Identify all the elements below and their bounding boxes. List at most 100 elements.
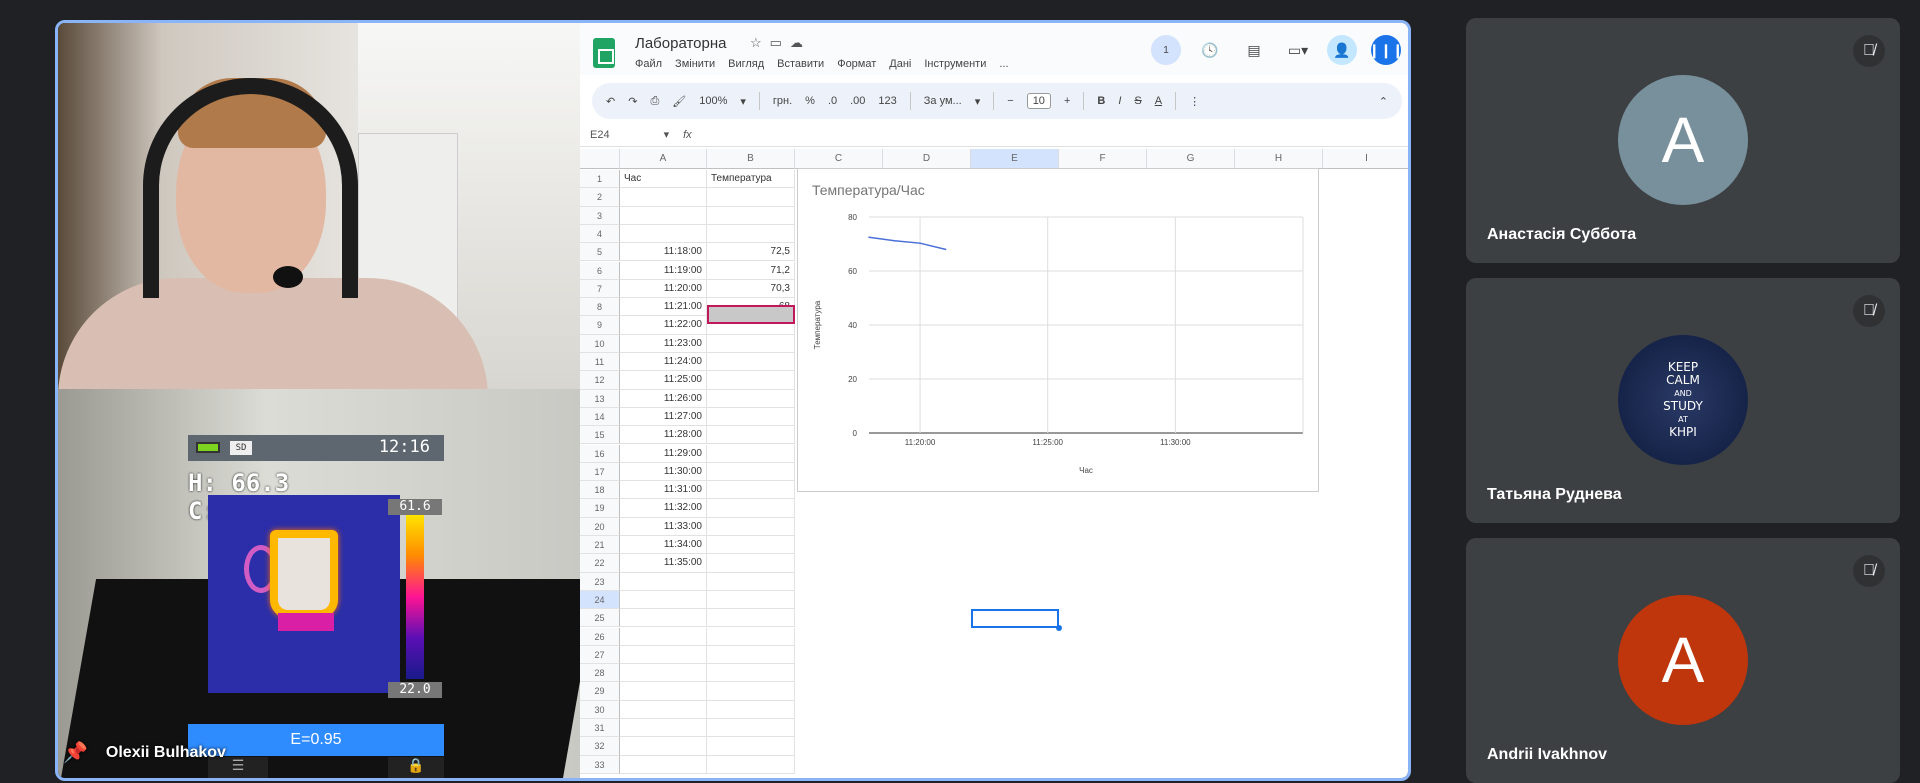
time-cell[interactable]: 11:26:00 [620, 389, 707, 408]
temperature-cell[interactable] [707, 224, 795, 244]
collapse-icon[interactable]: ⌃ [1379, 95, 1388, 108]
temperature-cell[interactable] [707, 462, 795, 482]
time-cell[interactable] [620, 224, 707, 244]
temperature-cell[interactable] [707, 517, 795, 536]
row-header[interactable]: 30 [580, 700, 620, 719]
temperature-cell[interactable] [707, 499, 795, 518]
italic-button[interactable]: I [1118, 95, 1121, 107]
time-cell[interactable]: 11:34:00 [620, 536, 707, 555]
time-cell[interactable]: 11:22:00 [620, 316, 707, 335]
bold-button[interactable]: B [1097, 95, 1105, 107]
row-header[interactable]: 3 [580, 206, 620, 225]
temperature-cell[interactable] [707, 645, 795, 665]
temperature-cell[interactable] [707, 389, 795, 408]
collaborator-count[interactable]: 1 [1151, 35, 1181, 65]
row-header[interactable]: 31 [580, 719, 620, 738]
column-header-c[interactable]: C [795, 149, 883, 169]
temperature-cell[interactable] [707, 536, 795, 555]
strikethrough-button[interactable]: S [1134, 95, 1141, 107]
font-size-increase[interactable]: + [1064, 95, 1070, 107]
chevron-down-icon[interactable]: ▾ [975, 95, 981, 108]
column-header-i[interactable]: I [1323, 149, 1408, 169]
row-header[interactable]: 17 [580, 462, 620, 482]
row-header[interactable]: 33 [580, 755, 620, 774]
temperature-cell[interactable] [707, 719, 795, 738]
doc-title[interactable]: Лабораторна [635, 35, 727, 52]
time-cell[interactable]: 11:18:00 [620, 243, 707, 262]
folder-icon[interactable]: ▭ [770, 35, 790, 50]
select-all-corner[interactable] [580, 149, 620, 169]
temperature-cell[interactable]: 72,5 [707, 243, 795, 262]
time-cell[interactable]: 11:21:00 [620, 298, 707, 317]
time-cell[interactable]: 11:23:00 [620, 334, 707, 353]
meet-icon[interactable]: ▭▾ [1283, 35, 1313, 65]
participant-tile[interactable]: 🎙̸ KEEP CALM AND STUDY AT KHPI Татьяна Р… [1466, 278, 1900, 523]
participant-tile[interactable]: 🎙̸ A Анастасія Суббота [1466, 18, 1900, 263]
temperature-cell[interactable] [707, 700, 795, 719]
font-select[interactable]: За ум... [924, 95, 962, 107]
temperature-cell[interactable] [707, 334, 795, 353]
row-header[interactable]: 8 [580, 298, 620, 317]
participant-tile[interactable]: 🎙̸ A Andrii Ivakhnov [1466, 538, 1900, 783]
menu-edit[interactable]: Змінити [675, 58, 715, 70]
time-cell[interactable] [620, 206, 707, 225]
time-cell[interactable]: 11:28:00 [620, 426, 707, 445]
row-header[interactable]: 19 [580, 499, 620, 518]
temperature-cell[interactable] [707, 609, 795, 628]
row-header[interactable]: 20 [580, 517, 620, 536]
time-cell[interactable] [620, 664, 707, 683]
column-header-g[interactable]: G [1147, 149, 1235, 169]
time-cell[interactable]: 11:27:00 [620, 407, 707, 427]
temperature-cell[interactable] [707, 371, 795, 390]
temperature-cell[interactable] [707, 572, 795, 591]
row-header[interactable]: 24 [580, 590, 620, 610]
time-cell[interactable]: 11:35:00 [620, 554, 707, 573]
line-chart[interactable]: Температура/Час 0 20 40 60 80 11:20:00 11:25:00… [797, 168, 1319, 492]
row-header[interactable]: 11 [580, 353, 620, 372]
row-header[interactable]: 6 [580, 261, 620, 280]
row-header[interactable]: 15 [580, 426, 620, 445]
time-cell[interactable]: 11:31:00 [620, 481, 707, 500]
decrease-decimal-button[interactable]: .0 [828, 95, 837, 107]
time-cell[interactable]: 11:25:00 [620, 371, 707, 390]
text-color-button[interactable]: A [1155, 95, 1162, 107]
temperature-cell[interactable] [707, 206, 795, 225]
column-header-h[interactable]: H [1235, 149, 1323, 169]
temperature-cell[interactable] [707, 188, 795, 207]
row-header[interactable]: 21 [580, 536, 620, 555]
row-header[interactable]: 1 [580, 170, 620, 189]
row-header[interactable]: 18 [580, 481, 620, 500]
history-icon[interactable]: 🕓 [1195, 35, 1225, 65]
menu-tools[interactable]: Інструменти [924, 58, 986, 70]
row-header[interactable]: 29 [580, 682, 620, 701]
time-cell[interactable]: 11:29:00 [620, 444, 707, 463]
activity-icon[interactable]: ❙❙❙ [1368, 35, 1404, 65]
temperature-cell[interactable] [707, 353, 795, 372]
percent-button[interactable]: % [805, 95, 815, 107]
time-cell[interactable]: Час [620, 170, 707, 189]
temperature-cell[interactable] [707, 737, 795, 756]
row-header[interactable]: 26 [580, 627, 620, 646]
row-header[interactable]: 5 [580, 243, 620, 262]
temperature-cell[interactable] [707, 481, 795, 500]
row-header[interactable]: 7 [580, 279, 620, 299]
temperature-cell[interactable] [707, 444, 795, 463]
time-cell[interactable]: 11:33:00 [620, 517, 707, 536]
temperature-cell[interactable]: 71,2 [707, 261, 795, 280]
column-header-d[interactable]: D [883, 149, 971, 169]
row-header[interactable]: 9 [580, 316, 620, 335]
chevron-down-icon[interactable]: ▾ [664, 128, 670, 141]
time-cell[interactable] [620, 590, 707, 610]
temperature-cell[interactable] [707, 664, 795, 683]
row-header[interactable]: 12 [580, 371, 620, 390]
paint-format-icon[interactable]: 🖌 [672, 95, 686, 108]
chevron-down-icon[interactable]: ▾ [740, 95, 746, 108]
time-cell[interactable] [620, 645, 707, 665]
row-header[interactable]: 25 [580, 609, 620, 628]
time-cell[interactable] [620, 719, 707, 738]
row-header[interactable]: 2 [580, 188, 620, 207]
row-header[interactable]: 23 [580, 572, 620, 591]
menu-data[interactable]: Дані [889, 58, 911, 70]
time-cell[interactable] [620, 572, 707, 591]
time-cell[interactable]: 11:20:00 [620, 279, 707, 299]
